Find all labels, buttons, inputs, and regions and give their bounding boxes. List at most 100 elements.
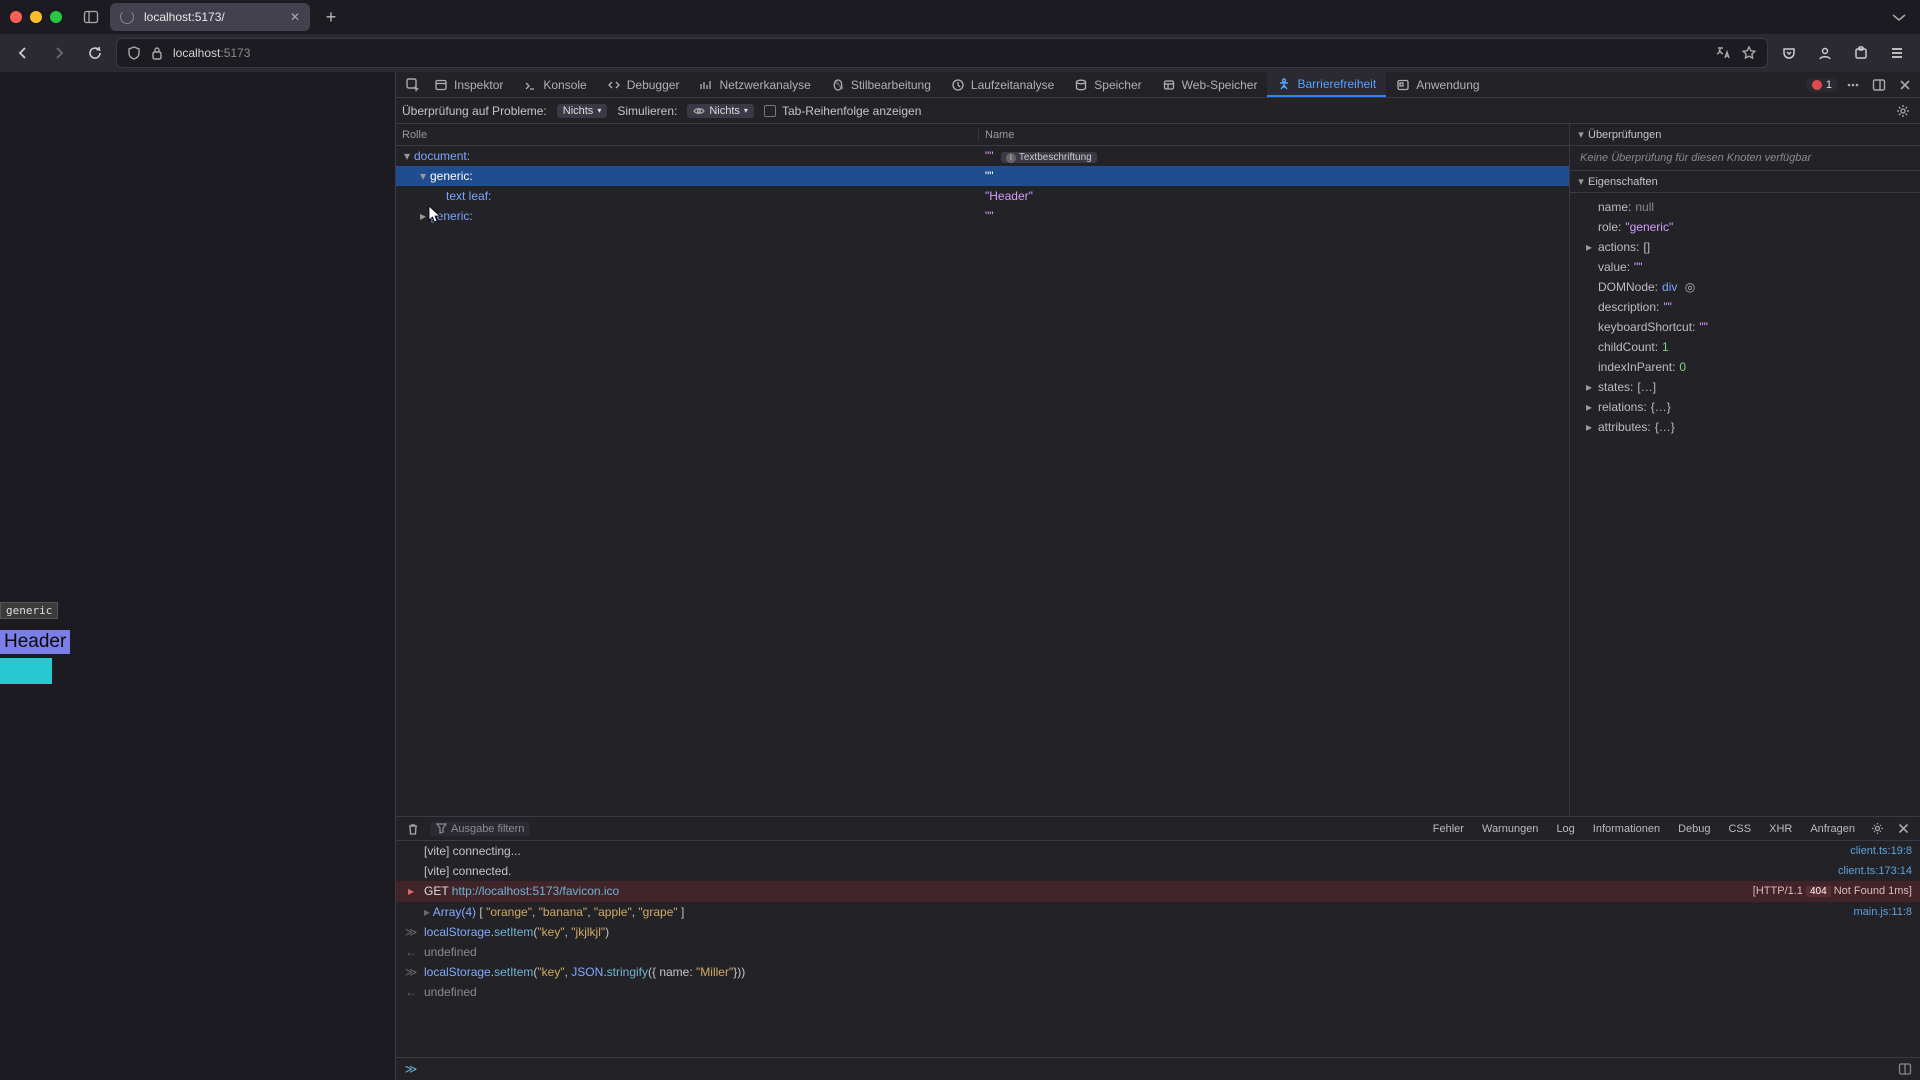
- window-titlebar: localhost:5173/ ✕ +: [0, 0, 1920, 34]
- bookmark-star-icon[interactable]: [1741, 45, 1757, 61]
- devtools-panel: InspektorKonsole Debugger Netzwerkanalyse S…: [395, 72, 1920, 1080]
- browser-tab[interactable]: localhost:5173/ ✕: [110, 3, 310, 31]
- sidebar-toggle-icon[interactable]: [80, 6, 102, 28]
- tree-header: Rolle Name: [396, 124, 1569, 146]
- devtools-toolbar: InspektorKonsole Debugger Netzwerkanalyse S…: [396, 72, 1920, 98]
- console-line: ▸ Array(4) [ "orange", "banana", "apple"…: [396, 902, 1920, 922]
- console-gear-icon[interactable]: [1866, 818, 1888, 840]
- console-filter[interactable]: Ausgabe filtern: [430, 822, 530, 836]
- close-window-button[interactable]: [10, 11, 22, 23]
- prop-value: []: [1643, 237, 1650, 257]
- devtools-tab-stilbearbeitung[interactable]: Stilbearbeitung: [821, 72, 941, 97]
- tab-label: Anwendung: [1416, 78, 1479, 92]
- prop-row: ▸role: "generic": [1574, 217, 1916, 237]
- select-simulate[interactable]: Nichts ▾: [687, 104, 754, 118]
- maximize-window-button[interactable]: [50, 11, 62, 23]
- console-prompt[interactable]: ≫: [396, 1057, 1920, 1080]
- console-lines[interactable]: [vite] connecting...client.ts:19:8[vite]…: [396, 841, 1920, 1057]
- console-filter-xhr[interactable]: XHR: [1762, 822, 1799, 836]
- tree-name: "Header": [985, 189, 1033, 203]
- clear-console-icon[interactable]: [402, 818, 424, 840]
- console-panel: Ausgabe filtern Fehler Warnungen Log Inform…: [396, 816, 1920, 1080]
- extensions-icon[interactable]: [1846, 38, 1876, 68]
- minimize-window-button[interactable]: [30, 11, 42, 23]
- prop-row[interactable]: ▸actions: []: [1574, 237, 1916, 257]
- console-input[interactable]: [418, 1062, 1898, 1076]
- devtools-tab-speicher[interactable]: Speicher: [1064, 72, 1151, 97]
- props-header[interactable]: ▾Eigenschaften: [1570, 171, 1920, 193]
- tab-label: Debugger: [627, 78, 680, 92]
- tab-label: Barrierefreiheit: [1297, 77, 1376, 91]
- console-split-icon[interactable]: [1898, 1062, 1912, 1076]
- console-close-icon[interactable]: [1892, 818, 1914, 840]
- devtools-tab-debugger[interactable]: Debugger: [597, 72, 690, 97]
- menu-icon[interactable]: [1882, 38, 1912, 68]
- prop-value: "": [1634, 257, 1643, 277]
- twisty-icon[interactable]: ▾: [402, 149, 412, 163]
- back-button[interactable]: [8, 38, 38, 68]
- prop-row[interactable]: ▸states: […]: [1574, 377, 1916, 397]
- tab-icon: [951, 78, 965, 92]
- checks-header[interactable]: ▾Überprüfungen: [1570, 124, 1920, 146]
- pick-element-icon[interactable]: [402, 74, 424, 96]
- tree-row[interactable]: ▸generic:"": [396, 206, 1569, 226]
- prop-row[interactable]: ▸relations: {…}: [1574, 397, 1916, 417]
- prop-value[interactable]: div ◎: [1662, 277, 1695, 297]
- console-filter-debug[interactable]: Debug: [1671, 822, 1717, 836]
- funnel-icon: [436, 823, 447, 834]
- tree-row[interactable]: ▾document:"" iTextbeschriftung: [396, 146, 1569, 166]
- error-count-value: 1: [1826, 79, 1832, 91]
- tree-row[interactable]: ▾generic:"": [396, 166, 1569, 186]
- devtools-menu-icon[interactable]: [1842, 74, 1864, 96]
- account-icon[interactable]: [1810, 38, 1840, 68]
- new-tab-button[interactable]: +: [318, 4, 344, 30]
- tree-rows[interactable]: ▾document:"" iTextbeschriftung▾generic:"…: [396, 146, 1569, 816]
- prop-value: "generic": [1625, 217, 1673, 237]
- forward-button[interactable]: [44, 38, 74, 68]
- checkbox-tab-order[interactable]: Tab-Reihenfolge anzeigen: [764, 104, 921, 118]
- checkbox-tab-order-label: Tab-Reihenfolge anzeigen: [782, 104, 921, 118]
- devtools-tab-netzwerkanalyse[interactable]: Netzwerkanalyse: [689, 72, 820, 97]
- prop-value: 1: [1662, 337, 1669, 357]
- reload-button[interactable]: [80, 38, 110, 68]
- select-problems[interactable]: Nichts ▾: [557, 104, 608, 118]
- devtools-tabs: InspektorKonsole Debugger Netzwerkanalyse S…: [424, 72, 1490, 97]
- save-pocket-icon[interactable]: [1774, 38, 1804, 68]
- tab-icon: [523, 78, 537, 92]
- twisty-icon[interactable]: ▾: [418, 169, 428, 183]
- prop-row: ▸description: "": [1574, 297, 1916, 317]
- tab-icon: [1277, 77, 1291, 91]
- console-filter-warnungen[interactable]: Warnungen: [1475, 822, 1545, 836]
- tab-label: Speicher: [1094, 78, 1141, 92]
- highlight-role-tag: generic: [0, 602, 58, 619]
- translate-icon[interactable]: [1715, 45, 1731, 61]
- devtools-tab-inspektor[interactable]: Inspektor: [424, 72, 513, 97]
- a11y-settings-icon[interactable]: [1892, 100, 1914, 122]
- error-count-badge[interactable]: 1: [1806, 78, 1838, 92]
- console-filter-css[interactable]: CSS: [1721, 822, 1758, 836]
- console-filter-fehler[interactable]: Fehler: [1426, 822, 1471, 836]
- close-tab-icon[interactable]: ✕: [290, 10, 300, 24]
- shield-icon: [127, 46, 141, 60]
- address-bar[interactable]: localhost:5173: [116, 38, 1768, 68]
- twisty-icon[interactable]: ▸: [418, 209, 428, 223]
- devtools-tab-konsole[interactable]: Konsole: [513, 72, 596, 97]
- tab-title: localhost:5173/: [144, 10, 225, 24]
- devtools-tab-barrierefreiheit[interactable]: Barrierefreiheit: [1267, 72, 1386, 97]
- tree-name: "": [985, 169, 994, 183]
- devtools-tab-web-speicher[interactable]: Web-Speicher: [1152, 72, 1268, 97]
- console-filter-anfragen[interactable]: Anfragen: [1803, 822, 1862, 836]
- tab-label: Netzwerkanalyse: [719, 78, 810, 92]
- target-icon[interactable]: ◎: [1685, 280, 1695, 294]
- prop-row[interactable]: ▸attributes: {…}: [1574, 417, 1916, 437]
- tab-overview-icon[interactable]: [1888, 6, 1910, 28]
- devtools-tab-anwendung[interactable]: Anwendung: [1386, 72, 1489, 97]
- prop-value: null: [1635, 197, 1654, 217]
- tree-row[interactable]: text leaf:"Header": [396, 186, 1569, 206]
- console-filter-log[interactable]: Log: [1549, 822, 1581, 836]
- label-problems: Überprüfung auf Probleme:: [402, 104, 547, 118]
- close-devtools-icon[interactable]: [1894, 74, 1916, 96]
- console-filter-informationen[interactable]: Informationen: [1586, 822, 1667, 836]
- dock-side-icon[interactable]: [1868, 74, 1890, 96]
- devtools-tab-laufzeitanalyse[interactable]: Laufzeitanalyse: [941, 72, 1064, 97]
